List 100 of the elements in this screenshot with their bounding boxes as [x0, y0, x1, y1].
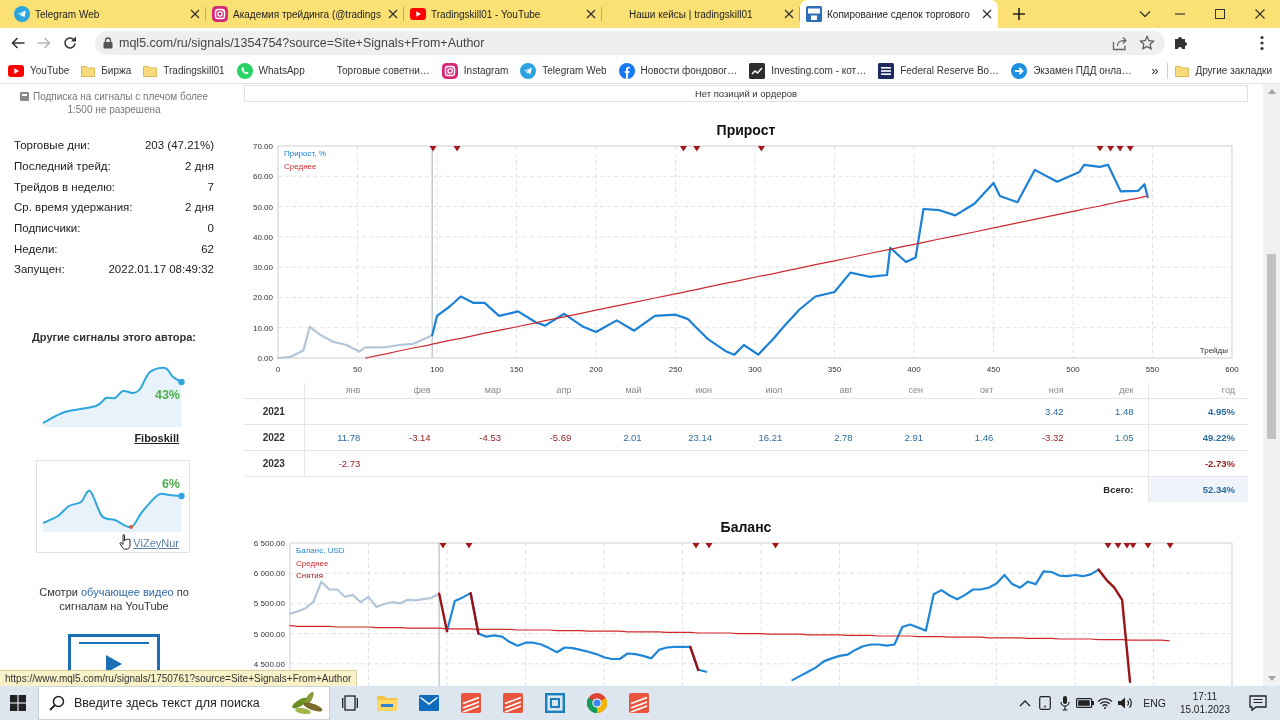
- table-cell: -2.73: [338, 457, 361, 469]
- speaker-icon[interactable]: [1117, 696, 1134, 710]
- address-bar[interactable]: mql5.com/ru/signals/1354754?source=Site+Signals+From+Author: [95, 31, 1165, 55]
- axis-tick-label: 30.00: [252, 263, 273, 273]
- bookmark[interactable]: Instagram: [437, 59, 513, 82]
- row-header: 2021: [262, 405, 285, 417]
- stat-value: 0: [207, 222, 214, 235]
- bookmark[interactable]: Tradingskill01: [139, 59, 229, 82]
- table-cell: 2.78: [834, 431, 853, 443]
- back-arrow-icon[interactable]: [10, 35, 26, 51]
- bookmark[interactable]: Investing.com - кот…: [745, 59, 871, 82]
- column-header: янв: [345, 385, 361, 396]
- arrow-circle-icon: [1011, 62, 1028, 79]
- scrollbar[interactable]: [1263, 84, 1280, 686]
- chevron-up-icon[interactable]: [1019, 699, 1032, 707]
- bookmark[interactable]: Новости фондовог…: [614, 59, 742, 82]
- table-cell: -4.53: [479, 431, 501, 443]
- scrollbar-thumb[interactable]: [1267, 254, 1276, 439]
- axis-tick-label: 350: [827, 365, 842, 374]
- withdrawal-line: [438, 592, 449, 633]
- column-header: окт: [980, 385, 994, 396]
- table-cell: 16.21: [758, 431, 783, 443]
- square-tile-icon[interactable]: [545, 693, 565, 713]
- stat-label: Ср. время удержания:: [14, 201, 133, 214]
- legend-label: Баланс, USD: [296, 546, 345, 555]
- battery-icon[interactable]: [1076, 698, 1095, 708]
- bookmark[interactable]: Биржа: [77, 59, 136, 82]
- triangle-marker-icon: [772, 543, 779, 549]
- star-icon[interactable]: [1139, 35, 1155, 51]
- bookmark[interactable]: Federal Reserve Bo…: [874, 59, 1004, 82]
- column-header: июн: [695, 385, 712, 396]
- folder-icon[interactable]: [377, 695, 397, 711]
- share-icon[interactable]: [1112, 35, 1128, 51]
- wifi-icon[interactable]: [1097, 697, 1114, 709]
- language-indicator[interactable]: ENG: [1143, 697, 1166, 709]
- positions-message: Нет позиций и ордеров: [244, 85, 1248, 102]
- column-header: сен: [908, 385, 923, 396]
- signal-card[interactable]: 6% ViZeyNur: [36, 459, 190, 553]
- mail-icon[interactable]: [419, 695, 439, 711]
- close-icon[interactable]: [586, 9, 596, 19]
- tab[interactable]: Наши кейсы | tradingskill01: [602, 0, 800, 28]
- tab[interactable]: Академия трейдинга (@tradings: [206, 0, 404, 28]
- stat-value: 2022.01.17 08:49:32: [108, 263, 214, 276]
- axis-tick-label: 20.00: [252, 293, 273, 303]
- triangle-marker-icon: [1104, 543, 1112, 549]
- signal-name-link[interactable]: Fiboskill: [134, 431, 179, 444]
- search-box[interactable]: Введите здесь текст для поиска: [38, 686, 330, 720]
- axis-tick-label: 5 000.00: [253, 629, 285, 639]
- triangle-marker-icon: [429, 146, 437, 152]
- axis-tick-label: 250: [668, 365, 683, 374]
- more-bookmarks-button[interactable]: »: [1145, 59, 1165, 82]
- column-header: авг: [839, 385, 853, 396]
- video-link[interactable]: обучающее видео: [81, 585, 174, 598]
- tab[interactable]: Копирование сделок торгового: [800, 0, 998, 28]
- task-view-icon[interactable]: [342, 695, 358, 711]
- hand-cursor-icon: [119, 533, 132, 550]
- tab[interactable]: Telegram Web: [8, 0, 206, 28]
- signal-name-link[interactable]: ViZeyNur: [133, 536, 179, 549]
- triangle-marker-icon: [693, 146, 701, 152]
- table-cell: -5.69: [549, 431, 572, 443]
- round-favicon-icon: [618, 62, 635, 79]
- stat-value: 2 дня: [185, 160, 214, 173]
- tab[interactable]: Tradingskill01 - YouTube: [404, 0, 602, 28]
- notification-icon[interactable]: [1249, 695, 1267, 711]
- bookmark[interactable]: Telegram Web: [516, 59, 611, 82]
- stat-value: 7: [207, 180, 214, 193]
- bookmark[interactable]: Экзамен ПДД онла…: [1007, 59, 1136, 82]
- chevron-down-icon[interactable]: [1139, 10, 1151, 18]
- play-icon: [106, 654, 122, 673]
- maximize-icon[interactable]: [1215, 9, 1225, 19]
- chart-title: Баланс: [719, 518, 773, 536]
- circle-logo-icon[interactable]: [587, 693, 607, 713]
- close-icon[interactable]: [784, 9, 794, 19]
- square-favicon-icon: [878, 62, 895, 79]
- close-icon[interactable]: [190, 9, 200, 19]
- search-icon: [49, 695, 65, 711]
- puzzle-icon[interactable]: [1173, 35, 1189, 51]
- bookmark[interactable]: YouTube: [4, 59, 74, 82]
- stat-label: Запущен:: [14, 263, 65, 276]
- close-icon[interactable]: [388, 9, 398, 19]
- striped-tile-icon[interactable]: [503, 693, 523, 713]
- search-field[interactable]: Введите здесь текст для поиска: [74, 694, 289, 712]
- menu-icon[interactable]: [1260, 35, 1264, 51]
- axis-tick-label: 400: [907, 365, 921, 374]
- striped-tile-icon[interactable]: [629, 693, 649, 713]
- triangle-marker-icon: [757, 146, 765, 152]
- bookmark-folder[interactable]: Другие закладки: [1171, 59, 1276, 82]
- close-icon[interactable]: [1255, 9, 1265, 19]
- legend-label: Прирост, %: [284, 149, 326, 158]
- reload-icon[interactable]: [62, 35, 78, 51]
- column-header: май: [625, 385, 642, 396]
- folder-icon: [81, 64, 96, 77]
- triangle-marker-icon: [692, 543, 700, 549]
- bookmark[interactable]: Торговые советни…: [312, 59, 434, 82]
- bookmark[interactable]: WhatsApp: [232, 59, 309, 82]
- microphone-icon[interactable]: [1060, 695, 1071, 711]
- close-icon[interactable]: [982, 9, 992, 19]
- windows-logo-icon[interactable]: [10, 695, 26, 711]
- tablet-icon[interactable]: [1039, 696, 1052, 710]
- striped-tile-icon[interactable]: [461, 693, 481, 713]
